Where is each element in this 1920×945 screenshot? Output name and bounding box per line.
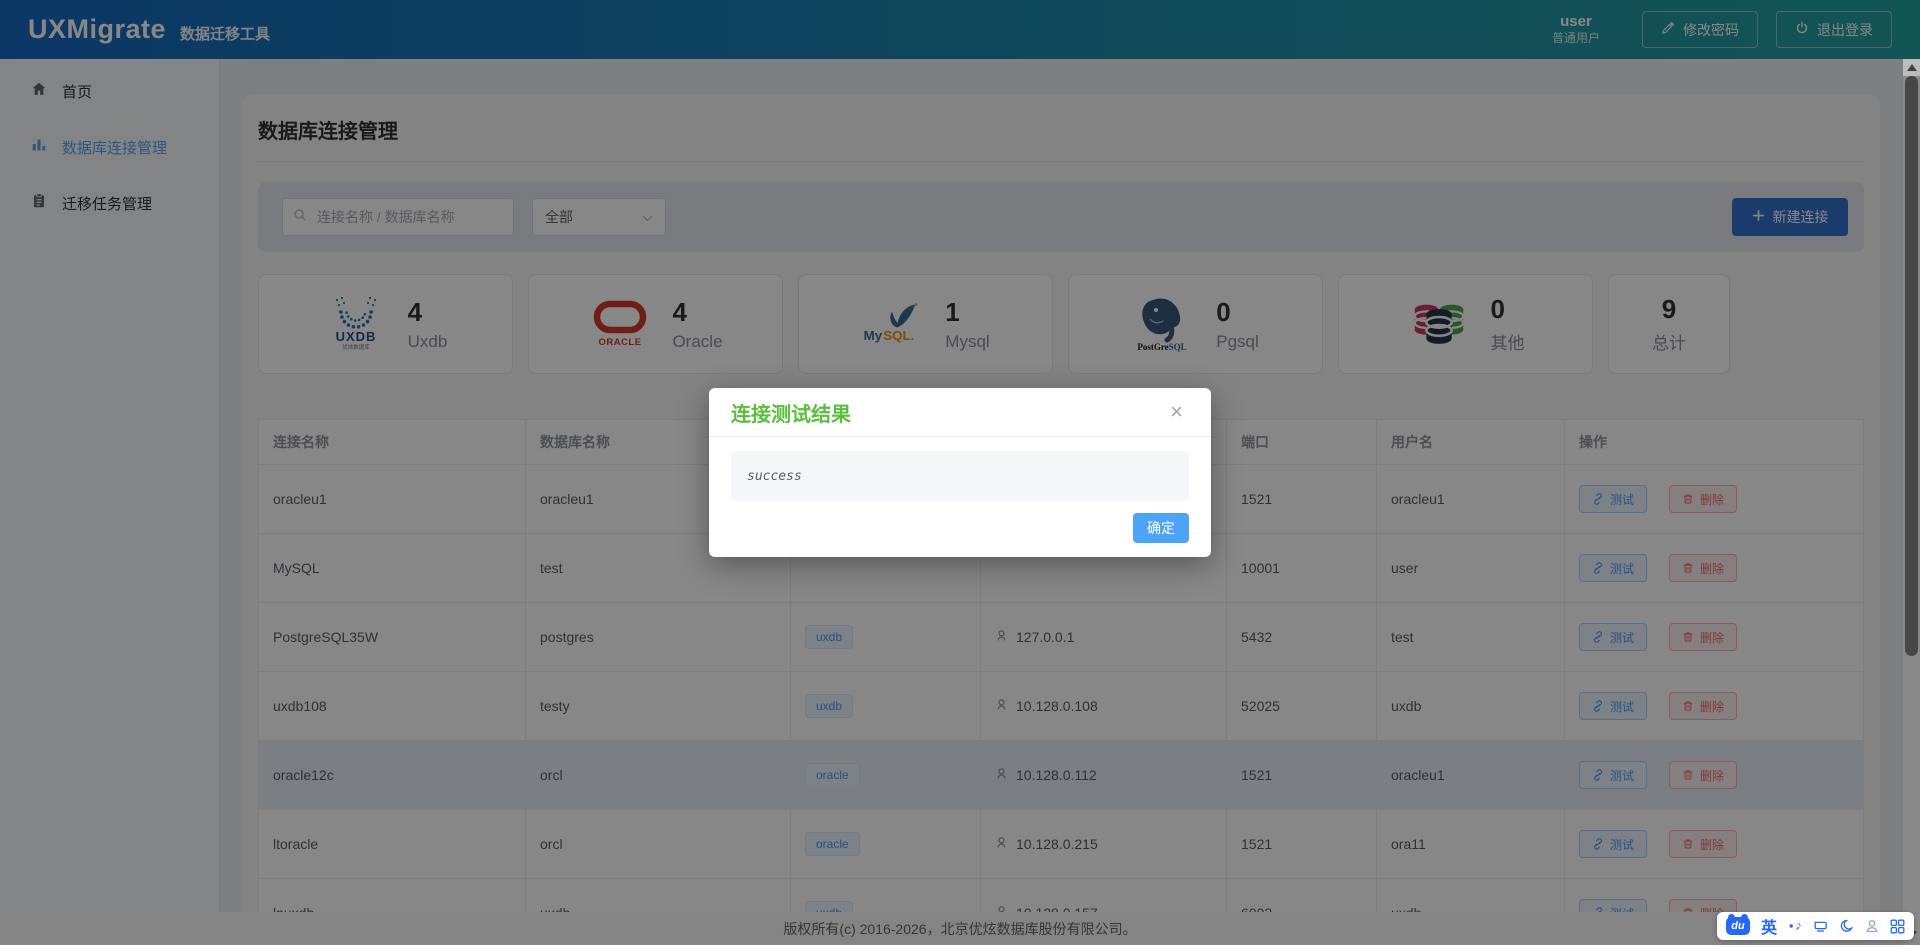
confirm-button[interactable]: 确定 (1133, 513, 1189, 543)
modal-header: 连接测试结果 × (709, 388, 1211, 437)
punctuation-icon[interactable] (1788, 920, 1802, 932)
toolbox-grid-icon[interactable] (1890, 919, 1905, 934)
modal-result-box: success (731, 451, 1189, 501)
connection-test-result-modal: 连接测试结果 × success 确定 (709, 388, 1211, 557)
modal-title: 连接测试结果 (731, 398, 851, 427)
user-mode-icon[interactable] (1865, 919, 1879, 933)
language-indicator[interactable]: 英 (1761, 914, 1777, 938)
scroll-up-arrow[interactable] (1903, 59, 1920, 76)
test-result-text: success (747, 469, 802, 484)
close-icon[interactable]: × (1164, 400, 1189, 424)
moon-icon[interactable] (1840, 919, 1854, 933)
ime-tray: du 英 (1717, 912, 1914, 940)
baidu-ime-icon[interactable]: du (1726, 917, 1750, 935)
scrollbar-thumb[interactable] (1905, 76, 1918, 656)
vertical-scrollbar[interactable] (1903, 59, 1920, 945)
modal-footer: 确定 (709, 501, 1211, 543)
keyboard-icon[interactable] (1813, 919, 1829, 933)
